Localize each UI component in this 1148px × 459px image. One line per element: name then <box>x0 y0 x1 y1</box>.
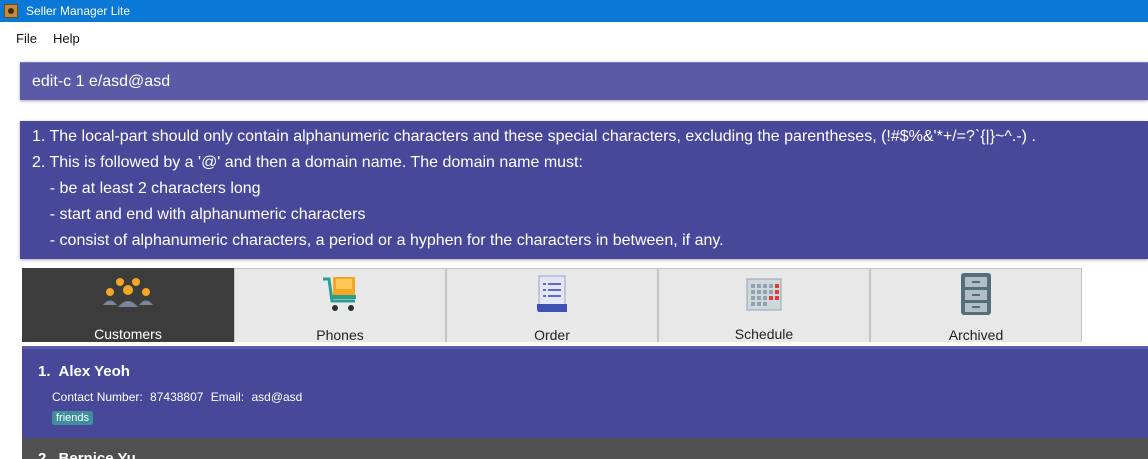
command-box <box>20 62 1148 100</box>
title-bar: Seller Manager Lite <box>0 0 1148 22</box>
tab-label: Archived <box>948 327 1004 343</box>
result-line: - consist of alphanumeric characters, a … <box>32 232 724 249</box>
menu-help[interactable]: Help <box>46 31 89 46</box>
tag-badge: friends <box>52 411 94 425</box>
tab-order[interactable]: Order <box>446 268 658 343</box>
result-line: 1. The local-part should only contain al… <box>32 128 1036 145</box>
tab-schedule[interactable]: Schedule <box>658 268 870 342</box>
email-value: asd@asd <box>251 390 303 404</box>
contact-number: 87438807 <box>150 390 204 404</box>
customer-name-row: 1. Alex Yeoh <box>38 349 1148 380</box>
order-document-icon <box>534 274 570 314</box>
phones-cart-icon <box>320 274 360 314</box>
customer-name: Bernice Yu <box>58 450 136 459</box>
list-item[interactable]: 1. Alex Yeoh Contact Number: 87438807 Ema… <box>22 346 1148 438</box>
customer-details: Contact Number: 87438807 Email: asd@asd <box>38 390 1148 404</box>
schedule-calendar-icon <box>745 274 783 313</box>
tab-bar: Customers Phones Order Schedule Archived <box>22 268 1082 343</box>
contact-label: Contact Number: <box>52 390 143 404</box>
customer-name: Alex Yeoh <box>58 363 130 380</box>
app-icon <box>4 4 18 18</box>
list-item[interactable]: 2. Bernice Yu <box>22 438 1148 459</box>
tab-label: Customers <box>94 326 162 342</box>
tab-label: Order <box>534 327 570 343</box>
customers-icon <box>102 274 154 313</box>
tab-phones[interactable]: Phones <box>234 268 446 343</box>
archived-cabinet-icon <box>959 273 993 315</box>
command-input[interactable] <box>20 63 1148 100</box>
menu-file[interactable]: File <box>0 31 46 46</box>
email-label: Email: <box>210 390 245 404</box>
tab-archived[interactable]: Archived <box>870 268 1082 343</box>
result-display: 1. The local-part should only contain al… <box>20 121 1148 259</box>
tab-label: Schedule <box>734 326 794 342</box>
tab-label: Phones <box>316 327 364 343</box>
customer-index: 1. <box>38 363 51 380</box>
tab-customers[interactable]: Customers <box>22 268 234 342</box>
customer-list[interactable]: 1. Alex Yeoh Contact Number: 87438807 Ema… <box>22 346 1148 459</box>
result-line: 2. This is followed by a '@' and then a … <box>32 154 583 171</box>
menu-bar: File Help <box>0 22 1148 54</box>
result-line: - be at least 2 characters long <box>32 180 261 197</box>
window-title: Seller Manager Lite <box>26 4 131 18</box>
result-line: - start and end with alphanumeric charac… <box>32 206 366 223</box>
customer-index: 2. <box>38 450 51 459</box>
